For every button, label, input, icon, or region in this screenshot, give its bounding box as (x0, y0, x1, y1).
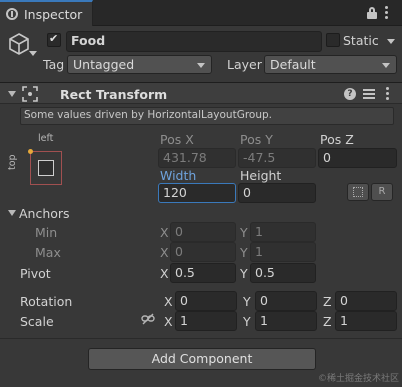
blueprint-mode-button[interactable] (347, 183, 369, 201)
blueprint-icon (353, 187, 363, 197)
watermark: ©稀土掘金技术社区 (318, 374, 400, 384)
height-label: Height (240, 168, 282, 183)
rotation-label: Rotation (20, 294, 73, 309)
tab-inspector[interactable]: Inspector (0, 0, 93, 26)
static-label: Static (343, 33, 379, 48)
anchor-min-x-field: 0 (170, 222, 236, 242)
help-icon[interactable]: ? (344, 88, 356, 100)
component-title: Rect Transform (60, 87, 168, 102)
scale-y-field[interactable]: 1 (255, 311, 317, 331)
rotation-z-axis: Z (323, 294, 332, 309)
anchor-dot-icon (28, 149, 33, 154)
pos-x-label: Pos X (160, 132, 194, 147)
info-icon (6, 8, 18, 20)
pos-z-label: Pos Z (320, 132, 354, 147)
anchor-max-y-axis: Y (240, 245, 248, 260)
scale-x-axis: X (164, 314, 173, 329)
width-label: Width (160, 168, 197, 183)
component-divider (0, 338, 402, 339)
height-field[interactable]: 0 (238, 183, 316, 203)
pos-y-field: -47.5 (238, 148, 316, 168)
static-checkbox[interactable] (326, 33, 340, 47)
add-component-button[interactable]: Add Component (88, 348, 316, 370)
anchor-horizontal-label: left (38, 133, 54, 144)
rotation-x-field[interactable]: 0 (175, 291, 237, 311)
rotation-y-axis: Y (243, 294, 251, 309)
anchor-min-x-axis: X (160, 225, 169, 240)
anchor-rect-icon (38, 160, 54, 176)
pos-y-label: Pos Y (240, 132, 273, 147)
anchor-min-y-field: 1 (250, 222, 316, 242)
tag-label: Tag (43, 57, 65, 72)
layer-label: Layer (227, 57, 262, 72)
driven-values-help-box: Some values driven by HorizontalLayoutGr… (20, 107, 394, 125)
lock-icon[interactable] (367, 7, 377, 19)
rect-transform-icon (22, 86, 38, 102)
anchor-max-label: Max (35, 245, 61, 260)
tab-inspector-label: Inspector (24, 7, 83, 22)
foldout-arrow-icon[interactable] (8, 91, 16, 97)
pivot-y-field[interactable]: 0.5 (250, 263, 316, 283)
pos-z-field[interactable]: 0 (318, 148, 397, 168)
presets-icon[interactable] (363, 87, 375, 101)
raw-edit-button[interactable]: R (371, 183, 393, 201)
object-name-field[interactable]: Food (66, 31, 322, 52)
object-name-value: Food (71, 33, 106, 48)
tag-value: Untagged (73, 57, 135, 72)
pivot-label: Pivot (20, 266, 51, 281)
anchor-max-x-field: 0 (170, 242, 236, 262)
static-dropdown[interactable] (383, 32, 397, 50)
rect-transform-header[interactable]: Rect Transform ? (0, 82, 402, 104)
anchor-preset-button[interactable] (28, 149, 62, 185)
scale-y-axis: Y (243, 314, 251, 329)
active-checkbox[interactable] (47, 32, 61, 47)
anchors-label: Anchors (19, 206, 70, 221)
anchor-min-label: Min (35, 225, 58, 240)
anchor-vertical-label: top (7, 154, 18, 170)
layer-dropdown[interactable]: Default (264, 55, 397, 74)
pivot-x-field[interactable]: 0.5 (170, 263, 236, 283)
rotation-z-field[interactable]: 0 (335, 291, 397, 311)
constrain-proportions-link-icon[interactable] (141, 313, 155, 325)
rotation-y-field[interactable]: 0 (255, 291, 317, 311)
gameobject-cube-icon[interactable] (8, 32, 30, 56)
scale-z-axis: Z (323, 314, 332, 329)
tag-dropdown[interactable]: Untagged (67, 55, 212, 74)
pivot-y-axis: Y (240, 266, 248, 281)
pivot-x-axis: X (160, 266, 169, 281)
scale-x-field[interactable]: 1 (175, 311, 237, 331)
anchor-max-x-axis: X (160, 245, 169, 260)
context-menu-icon[interactable] (386, 87, 390, 101)
scale-z-field[interactable]: 1 (335, 311, 397, 331)
width-field[interactable]: 120 (158, 183, 236, 203)
rotation-x-axis: X (164, 294, 173, 309)
icon-dropdown-arrow-icon[interactable] (29, 51, 37, 56)
anchor-min-y-axis: Y (240, 225, 248, 240)
layer-value: Default (270, 57, 316, 72)
scale-label: Scale (20, 314, 54, 329)
pos-x-field: 431.78 (158, 148, 236, 168)
anchors-foldout-arrow-icon[interactable] (8, 210, 16, 216)
anchor-max-y-field: 1 (250, 242, 316, 262)
more-menu-icon[interactable] (385, 6, 389, 20)
